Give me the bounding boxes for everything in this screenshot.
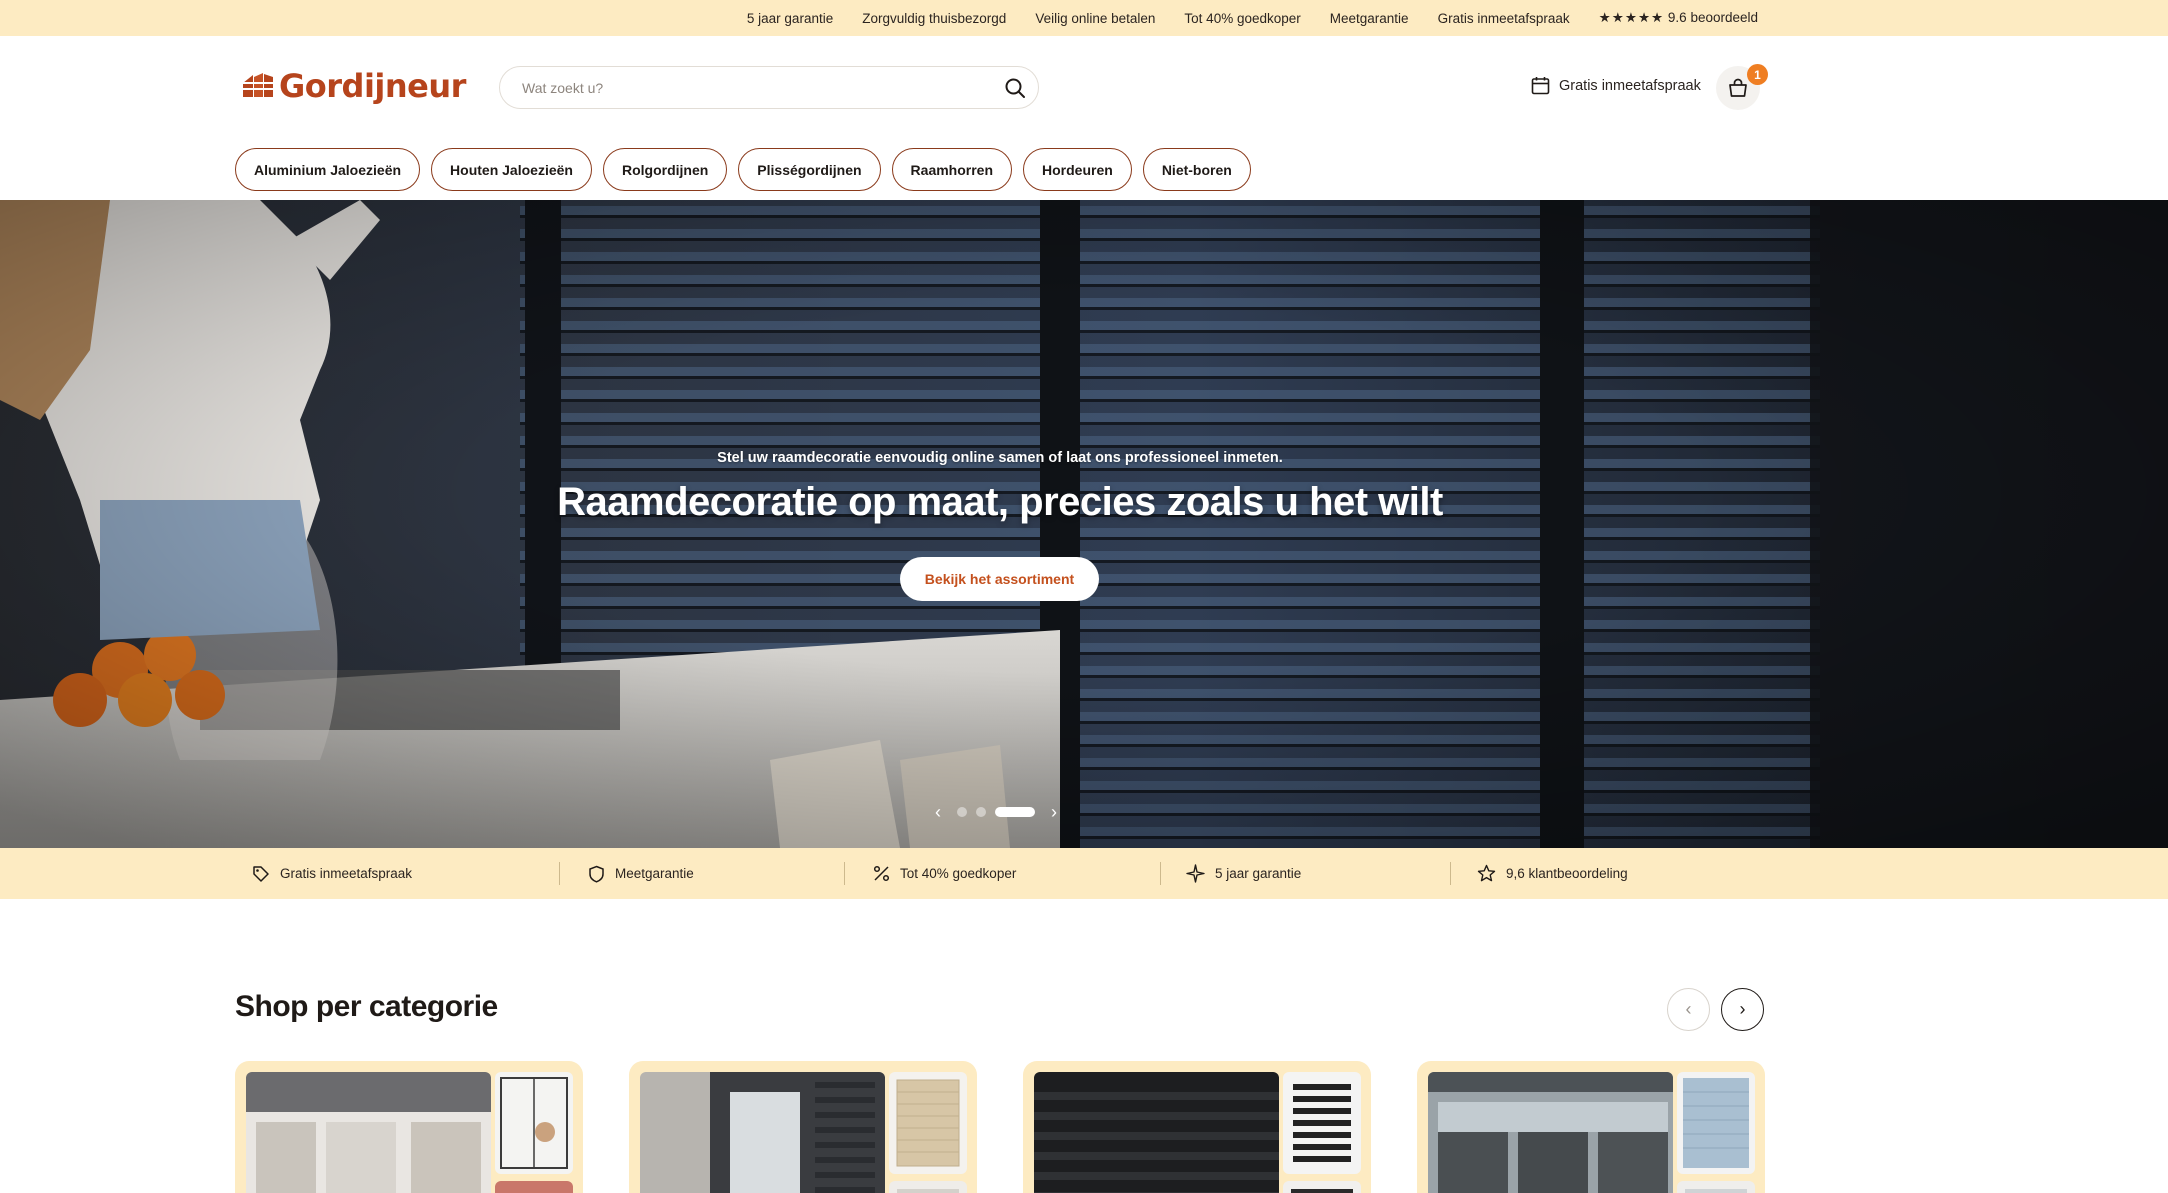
category-card-image <box>640 1072 885 1193</box>
category-pill-plisse[interactable]: Plisségordijnen <box>738 148 881 191</box>
usp-item: Gratis inmeetafspraak <box>252 848 412 899</box>
usp-label: 5 jaar garantie <box>1215 866 1302 881</box>
usp-item: Tot 40% goedkoper <box>873 848 1016 899</box>
appointment-link[interactable]: Gratis inmeetafspraak <box>1531 76 1701 95</box>
star-icon <box>1477 864 1496 882</box>
usp-divider <box>1450 862 1451 885</box>
topbar-rating[interactable]: ★★★★★ 9.6 beoordeeld <box>1599 10 1758 26</box>
category-card[interactable] <box>1023 1061 1371 1193</box>
usp-item: 9,6 klantbeoordeling <box>1477 848 1628 899</box>
category-card-thumb <box>1677 1181 1755 1193</box>
chevron-right-icon: › <box>1739 999 1746 1019</box>
topbar-item: Meetgarantie <box>1329 10 1409 26</box>
view-assortment-button[interactable]: Bekijk het assortiment <box>900 557 1099 601</box>
search-input[interactable] <box>522 67 962 108</box>
category-next-button[interactable]: › <box>1721 988 1764 1031</box>
carousel-dot[interactable] <box>976 807 986 817</box>
logo[interactable]: Gordijneur <box>241 66 466 106</box>
topbar-item: Veilig online betalen <box>1035 10 1156 26</box>
category-pill-houten[interactable]: Houten Jaloezieën <box>431 148 592 191</box>
topbar-item: Gratis inmeetafspraak <box>1437 10 1570 26</box>
topbar-item: Tot 40% goedkoper <box>1184 10 1301 26</box>
appointment-label: Gratis inmeetafspraak <box>1559 77 1701 94</box>
usp-divider <box>559 862 560 885</box>
category-cards <box>235 1061 1765 1193</box>
carousel-next-arrow-icon[interactable]: › <box>1044 802 1064 822</box>
carousel-controls: ‹ › <box>928 800 1064 824</box>
carousel-prev-arrow-icon[interactable]: ‹ <box>928 802 948 822</box>
hero-banner: Stel uw raamdecoratie eenvoudig online s… <box>0 200 2168 848</box>
category-card[interactable] <box>629 1061 977 1193</box>
shopping-bag-icon <box>1729 78 1747 97</box>
hero-subtitle: Stel uw raamdecoratie eenvoudig online s… <box>717 450 1283 466</box>
usp-label: Gratis inmeetafspraak <box>280 866 413 881</box>
hero-title: Raamdecoratie op maat, precies zoals u h… <box>557 480 1443 524</box>
percent-icon <box>873 865 890 882</box>
usp-item: Meetgarantie <box>588 848 694 899</box>
topbar-item: Zorgvuldig thuisbezorgd <box>862 10 1007 26</box>
logo-mark-icon <box>243 73 273 97</box>
search-icon[interactable] <box>1004 77 1026 99</box>
usp-strip: Gratis inmeetafspraak Meetgarantie Tot 4… <box>0 848 2168 899</box>
topbar-item: 5 jaar garantie <box>746 10 834 26</box>
category-card-image <box>246 1072 491 1193</box>
rating-stars: ★★★★★ <box>1598 10 1665 25</box>
category-card-image <box>1428 1072 1673 1193</box>
usp-divider <box>844 862 845 885</box>
shield-icon <box>589 865 604 883</box>
carousel-dot[interactable] <box>957 807 967 817</box>
carousel-dot-active[interactable] <box>995 807 1035 817</box>
category-card-thumb <box>495 1181 573 1193</box>
category-pill-hordeuren[interactable]: Hordeuren <box>1023 148 1132 191</box>
usp-divider <box>1160 862 1161 885</box>
category-pill-raamhorren[interactable]: Raamhorren <box>891 148 1013 191</box>
cart-count-badge: 1 <box>1747 64 1768 85</box>
usp-label: Tot 40% goedkoper <box>900 866 1017 881</box>
logo-wordmark: Gordijneur <box>279 67 466 105</box>
category-card-thumb <box>1283 1181 1361 1193</box>
category-card-thumb <box>889 1181 967 1193</box>
category-card-image <box>1034 1072 1279 1193</box>
chevron-left-icon: ‹ <box>1685 999 1692 1019</box>
category-pill-rolgordijnen[interactable]: Rolgordijnen <box>602 148 728 191</box>
rating-text: 9.6 beoordeeld <box>1667 10 1758 25</box>
sparkle-icon <box>1186 864 1205 883</box>
usp-label: Meetgarantie <box>615 866 694 881</box>
shop-section-title: Shop per categorie <box>235 990 498 1023</box>
usp-label: 9,6 klantbeoordeling <box>1506 866 1628 881</box>
category-pill-aluminium[interactable]: Aluminium Jaloezieën <box>235 148 421 191</box>
category-card-thumb <box>1283 1072 1361 1174</box>
category-card-thumb <box>1677 1072 1755 1174</box>
top-usp-bar: 5 jaar garantie Zorgvuldig thuisbezorgd … <box>0 0 2168 36</box>
category-pill-niet-boren[interactable]: Niet-boren <box>1142 148 1251 191</box>
tag-icon <box>253 865 269 882</box>
search-bar[interactable] <box>499 66 1039 109</box>
calendar-icon <box>1531 77 1550 95</box>
category-nav: Aluminium Jaloezieën Houten Jaloezieën R… <box>235 148 1251 191</box>
usp-item: 5 jaar garantie <box>1186 848 1301 899</box>
category-card-thumb <box>495 1072 573 1174</box>
category-prev-button[interactable]: ‹ <box>1667 988 1710 1031</box>
category-card[interactable] <box>235 1061 583 1193</box>
category-card[interactable] <box>1417 1061 1765 1193</box>
category-card-thumb <box>889 1072 967 1174</box>
